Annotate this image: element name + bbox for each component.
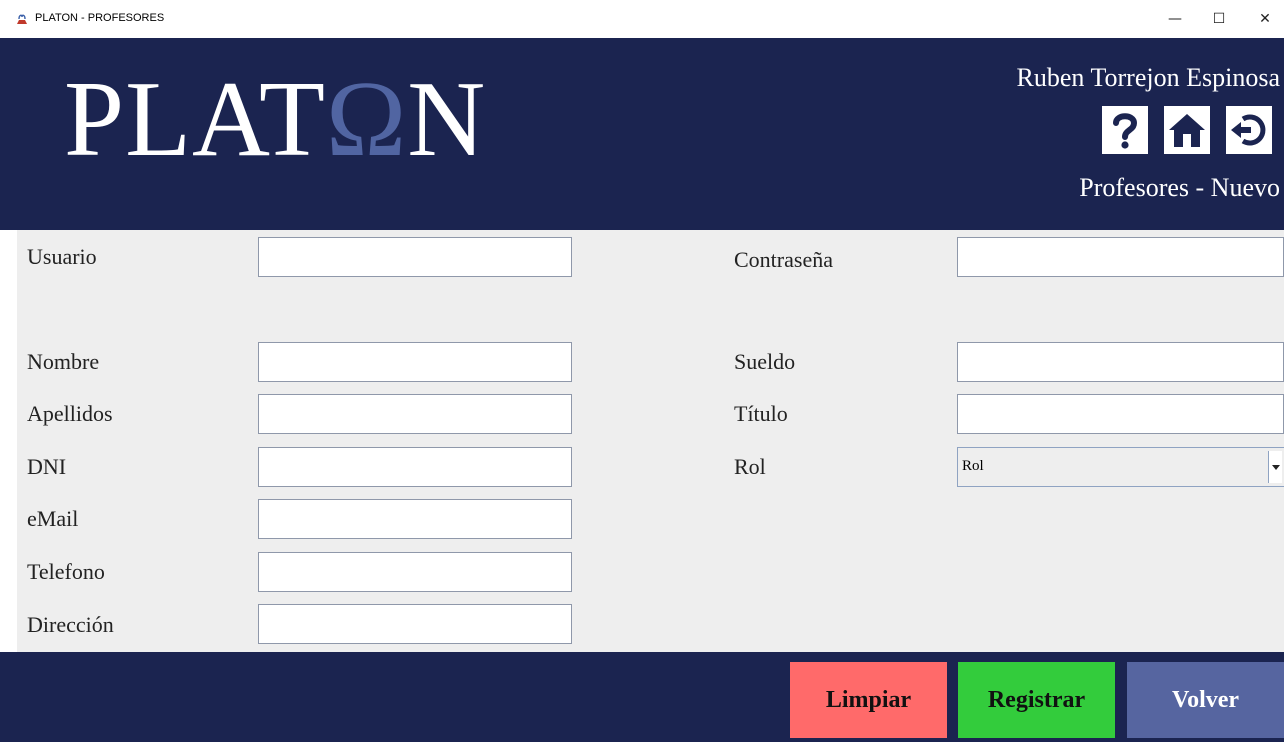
rol-dropdown-arrow[interactable] [1268,451,1282,483]
rol-select-value: Rol [962,458,984,474]
apellidos-input[interactable] [259,395,571,433]
logo-text-2: N [407,60,487,179]
email-field[interactable] [258,499,572,539]
java-app-icon [14,12,30,26]
home-button[interactable] [1164,106,1210,154]
rol-select[interactable]: Rol [957,447,1284,487]
register-button[interactable]: Registrar [958,662,1115,738]
usuario-input[interactable] [259,238,571,276]
titulo-field[interactable] [957,394,1284,434]
email-input[interactable] [259,500,571,538]
logo-text-1: PLAT [64,60,327,179]
direccion-field[interactable] [258,604,572,644]
usuario-label: Usuario [27,244,97,269]
header: PLATΩN Ruben Torrejon Espinosa Profesore… [0,38,1284,230]
close-button[interactable]: ✕ [1250,6,1280,32]
back-button[interactable]: Volver [1127,662,1284,738]
nombre-input[interactable] [259,343,571,381]
platon-logo: PLATΩN [64,66,486,174]
email-label: eMail [27,506,79,531]
back-icon [1231,114,1266,146]
back-nav-button[interactable] [1226,106,1272,154]
chevron-down-icon [1271,464,1280,470]
nombre-label: Nombre [27,349,100,374]
user-name: Ruben Torrejon Espinosa [1016,63,1280,92]
dni-label: DNI [27,454,67,479]
sueldo-field[interactable] [957,342,1284,382]
help-icon [1113,113,1138,149]
clear-button[interactable]: Limpiar [790,662,947,738]
maximize-button[interactable]: ☐ [1204,6,1234,32]
contrasena-label: Contraseña [734,247,833,272]
contrasena-field[interactable] [957,237,1284,277]
titulo-label: Título [734,401,788,426]
telefono-label: Telefono [27,559,105,584]
dni-field[interactable] [258,447,572,487]
sueldo-label: Sueldo [734,349,796,374]
apellidos-field[interactable] [258,394,572,434]
nombre-field[interactable] [258,342,572,382]
minimize-button[interactable]: — [1160,6,1190,32]
help-button[interactable] [1102,106,1148,154]
direccion-input[interactable] [259,605,571,643]
usuario-field[interactable] [258,237,572,277]
section-title: Profesores - Nuevo [1079,173,1280,202]
home-icon [1169,114,1205,147]
titulo-input[interactable] [958,395,1283,433]
footer: Limpiar Registrar Volver [0,652,1284,742]
logo-omega: Ω [326,60,408,179]
contrasena-input[interactable] [958,238,1283,276]
window-title: PLATON - PROFESORES [35,12,165,24]
direccion-label: Dirección [27,612,114,637]
telefono-field[interactable] [258,552,572,592]
professor-form: Usuario Nombre Apellidos DNI eMail Telef… [17,230,1284,652]
apellidos-label: Apellidos [27,401,113,426]
sueldo-input[interactable] [958,343,1283,381]
dni-input[interactable] [259,448,571,486]
window-titlebar: PLATON - PROFESORES — ☐ ✕ [0,0,1284,38]
telefono-input[interactable] [259,553,571,591]
rol-label: Rol [734,454,766,479]
